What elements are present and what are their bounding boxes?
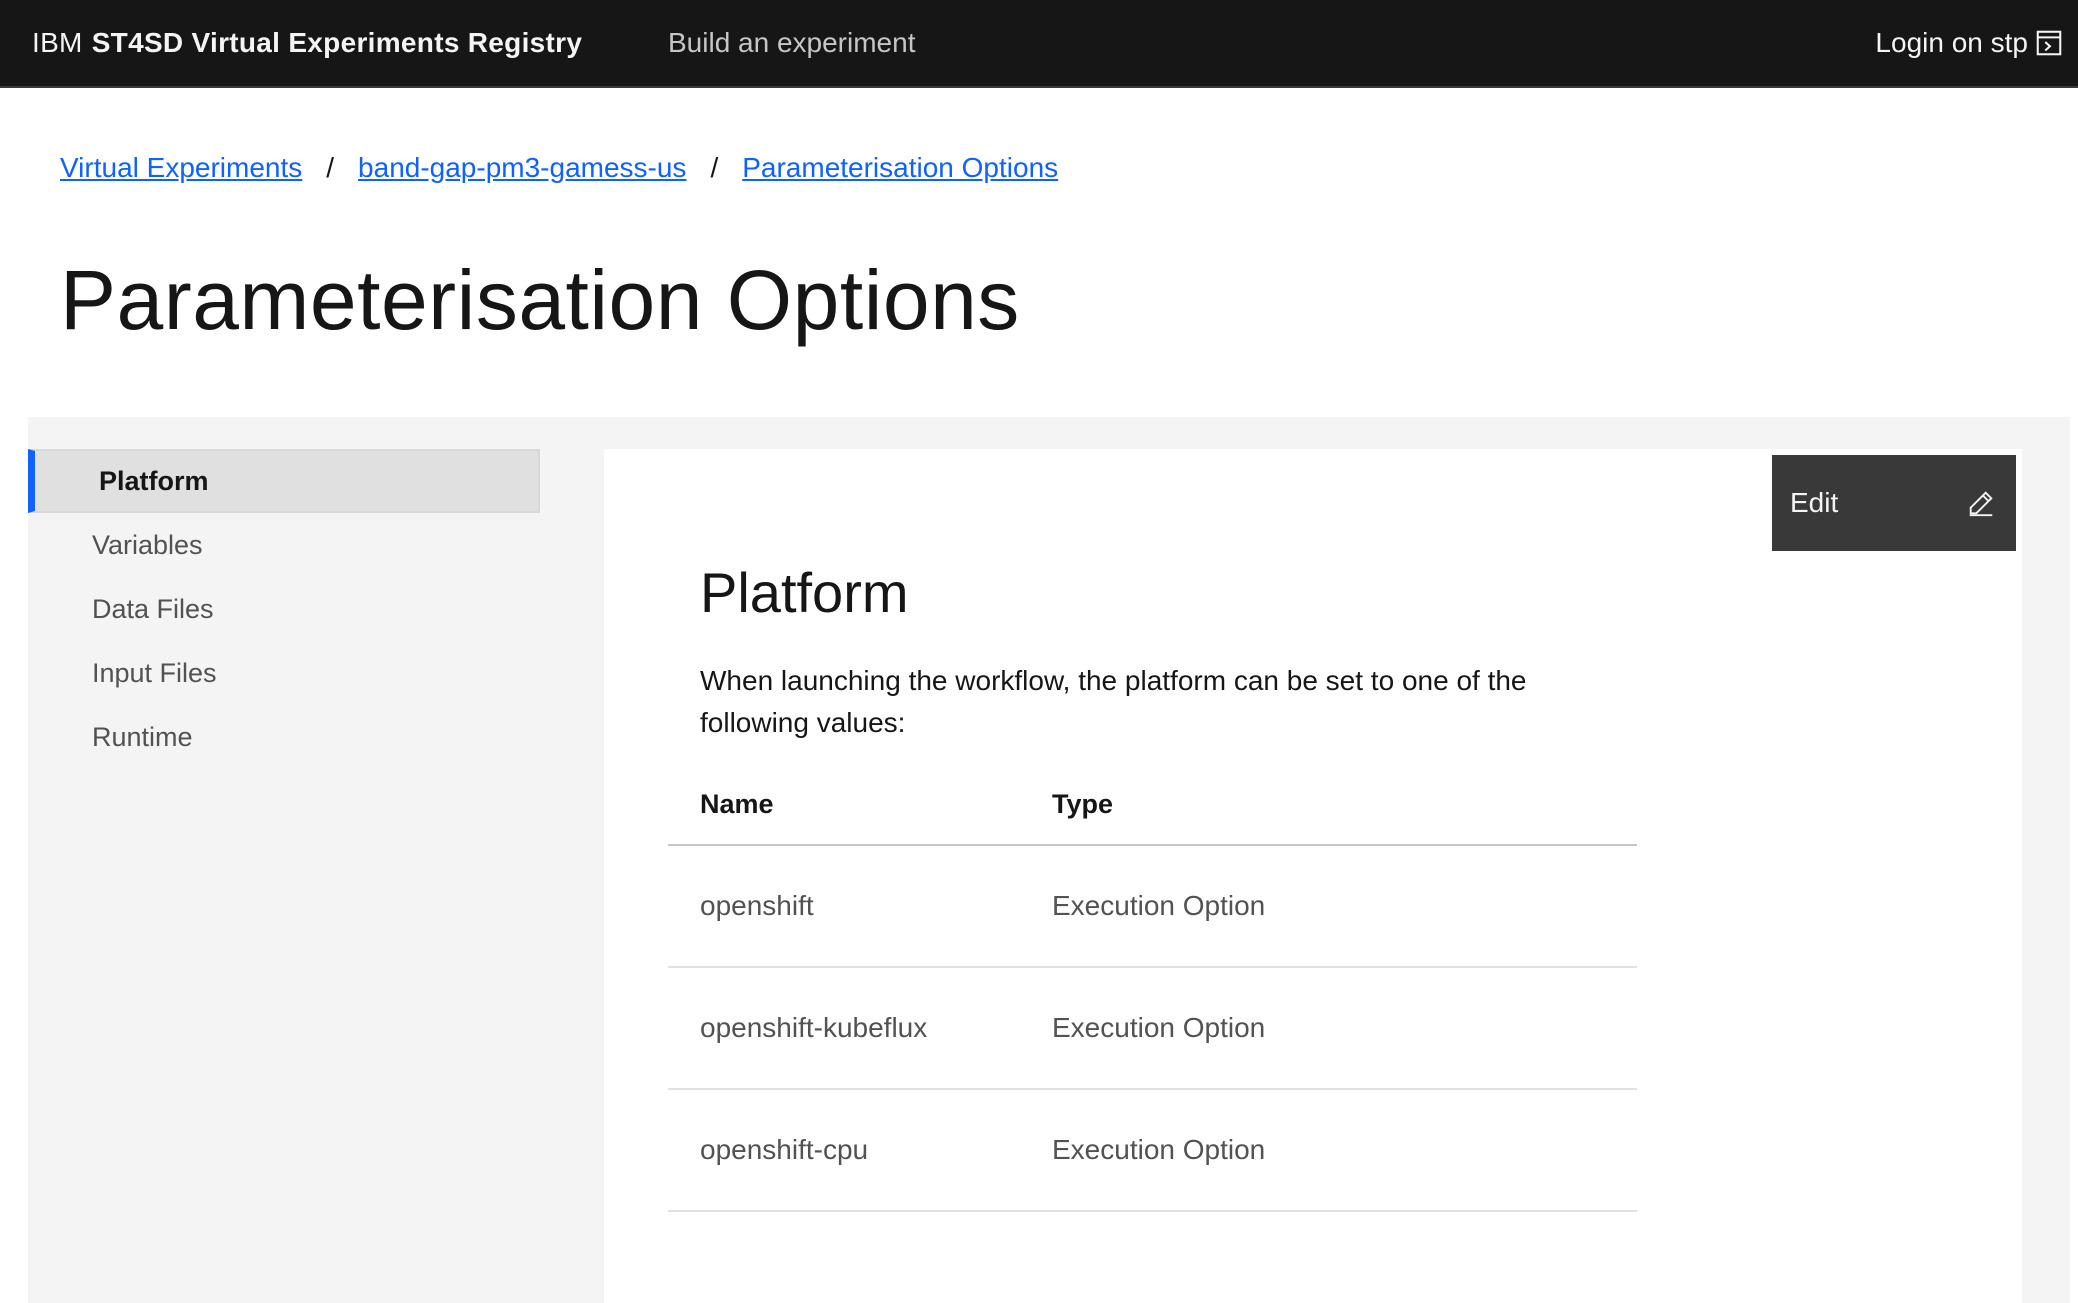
cell-name: openshift-kubeflux [700, 1012, 928, 1043]
side-nav-item-runtime[interactable]: Runtime [28, 705, 540, 769]
breadcrumb-experiment[interactable]: band-gap-pm3-gamess-us [358, 152, 686, 184]
side-nav: Platform Variables Data Files Input File… [28, 449, 540, 769]
platform-table: Name Type openshift Execution Option ope… [668, 764, 1637, 1212]
breadcrumb-separator: / [710, 152, 719, 183]
page-title: Parameterisation Options [60, 253, 1020, 347]
table-row: openshift-cpu Execution Option [668, 1090, 1637, 1212]
cell-name: openshift [700, 890, 814, 921]
edit-button-label: Edit [1790, 487, 1839, 518]
edit-button[interactable]: Edit [1772, 455, 2016, 551]
cell-type: Execution Option [1052, 1134, 1266, 1165]
table-header: Name Type [668, 764, 1637, 846]
table-row: openshift Execution Option [668, 846, 1637, 968]
breadcrumb-virtual-experiments[interactable]: Virtual Experiments [60, 152, 302, 184]
side-nav-item-variables[interactable]: Variables [28, 513, 540, 577]
login-label: Login on stp [1875, 27, 2028, 58]
side-nav-item-data-files[interactable]: Data Files [28, 577, 540, 641]
table-row: openshift-kubeflux Execution Option [668, 968, 1637, 1090]
brand-prefix: IBM [32, 27, 83, 58]
breadcrumb-parameterisation-options[interactable]: Parameterisation Options [742, 152, 1058, 184]
build-experiment-link[interactable]: Build an experiment [668, 0, 915, 86]
top-header: IBM ST4SD Virtual Experiments Registry B… [0, 0, 2078, 88]
side-nav-item-platform[interactable]: Platform [28, 449, 540, 513]
brand-name: ST4SD Virtual Experiments Registry [91, 27, 583, 58]
cell-name: openshift-cpu [700, 1134, 869, 1165]
breadcrumb: Virtual Experiments / band-gap-pm3-games… [60, 152, 1058, 184]
column-header-name: Name [700, 788, 774, 819]
cell-type: Execution Option [1052, 890, 1266, 921]
pencil-icon [1969, 491, 1993, 517]
section-title: Platform [700, 561, 909, 624]
breadcrumb-separator: / [326, 152, 335, 183]
login-button[interactable]: Login on stp [1875, 0, 2078, 86]
side-nav-item-input-files[interactable]: Input Files [28, 641, 540, 705]
column-header-type: Type [1052, 788, 1114, 819]
section-description: When launching the workflow, the platfor… [700, 665, 1527, 738]
brand-logo[interactable]: IBM ST4SD Virtual Experiments Registry [32, 0, 582, 86]
login-icon [2036, 30, 2062, 56]
cell-type: Execution Option [1052, 1012, 1266, 1043]
